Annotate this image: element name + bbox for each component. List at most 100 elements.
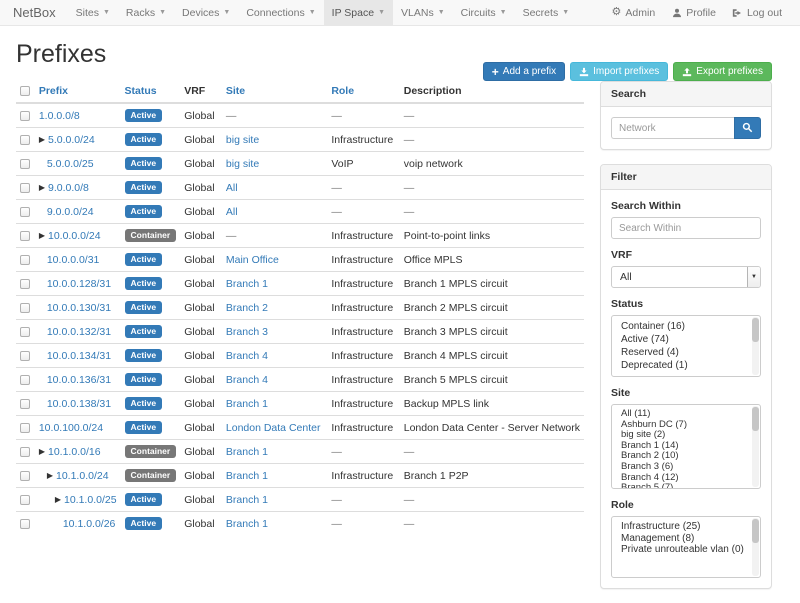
scrollbar-track[interactable] bbox=[752, 518, 759, 576]
nav-item-admin[interactable]: ⚙Admin bbox=[604, 0, 664, 25]
select-all-checkbox[interactable] bbox=[20, 86, 30, 96]
nav-item-vlans[interactable]: VLANs▼ bbox=[393, 0, 453, 25]
site-link[interactable]: Branch 1 bbox=[226, 278, 268, 290]
site-link[interactable]: Branch 1 bbox=[226, 494, 268, 506]
site-link[interactable]: London Data Center bbox=[226, 422, 321, 434]
option-reserved-4[interactable]: Reserved (4) bbox=[612, 346, 760, 359]
scrollbar-track[interactable] bbox=[752, 406, 759, 487]
prefix-link[interactable]: 10.0.100.0/24 bbox=[39, 422, 103, 434]
scrollbar-thumb[interactable] bbox=[752, 318, 759, 342]
row-checkbox[interactable] bbox=[20, 447, 30, 457]
nav-item-circuits[interactable]: Circuits▼ bbox=[453, 0, 515, 25]
add-a-prefix-button[interactable]: +Add a prefix bbox=[483, 62, 565, 81]
nav-item-devices[interactable]: Devices▼ bbox=[174, 0, 238, 25]
export-prefixes-button[interactable]: Export prefixes bbox=[673, 62, 772, 81]
nav-item-secrets[interactable]: Secrets▼ bbox=[515, 0, 578, 25]
site-link[interactable]: All bbox=[226, 182, 238, 194]
prefix-link[interactable]: 10.0.0.138/31 bbox=[47, 398, 111, 410]
row-checkbox[interactable] bbox=[20, 495, 30, 505]
prefix-link[interactable]: 10.0.0.132/31 bbox=[47, 326, 111, 338]
row-checkbox[interactable] bbox=[20, 159, 30, 169]
column-header-label[interactable]: Status bbox=[125, 85, 157, 97]
row-checkbox[interactable] bbox=[20, 183, 30, 193]
option-deprecated-1[interactable]: Deprecated (1) bbox=[612, 359, 760, 372]
nav-item-connections[interactable]: Connections▼ bbox=[238, 0, 323, 25]
search-input[interactable] bbox=[611, 117, 734, 139]
role-multiselect[interactable]: Infrastructure (25)Management (8)Private… bbox=[611, 516, 761, 578]
search-button[interactable] bbox=[734, 117, 761, 139]
row-checkbox[interactable] bbox=[20, 351, 30, 361]
nav-item-racks[interactable]: Racks▼ bbox=[118, 0, 174, 25]
status-multiselect[interactable]: Container (16)Active (74)Reserved (4)Dep… bbox=[611, 315, 761, 377]
prefix-link[interactable]: 9.0.0.0/24 bbox=[47, 206, 94, 218]
site-link[interactable]: Branch 4 bbox=[226, 374, 268, 386]
import-prefixes-button[interactable]: Import prefixes bbox=[570, 62, 668, 81]
option-big-site-2[interactable]: big site (2) bbox=[612, 430, 760, 441]
site-link[interactable]: big site bbox=[226, 134, 259, 146]
row-checkbox[interactable] bbox=[20, 399, 30, 409]
app-brand[interactable]: NetBox bbox=[13, 0, 68, 25]
option-branch-5-7[interactable]: Branch 5 (7) bbox=[612, 483, 760, 489]
site-link[interactable]: Branch 1 bbox=[226, 470, 268, 482]
scrollbar-thumb[interactable] bbox=[752, 519, 759, 543]
row-checkbox[interactable] bbox=[20, 207, 30, 217]
site-link[interactable]: Branch 4 bbox=[226, 350, 268, 362]
row-checkbox[interactable] bbox=[20, 303, 30, 313]
site-link[interactable]: Branch 1 bbox=[226, 446, 268, 458]
option-ashburn-dc-7[interactable]: Ashburn DC (7) bbox=[612, 420, 760, 431]
prefix-link[interactable]: 10.0.0.130/31 bbox=[47, 302, 111, 314]
vrf-select[interactable]: All▼ bbox=[611, 266, 761, 288]
prefix-link[interactable]: 10.0.0.0/24 bbox=[48, 230, 101, 242]
nav-item-ip-space[interactable]: IP Space▼ bbox=[324, 0, 393, 25]
prefix-link[interactable]: 9.0.0.0/8 bbox=[48, 182, 89, 194]
site-link[interactable]: Branch 1 bbox=[226, 398, 268, 410]
option-branch-1-14[interactable]: Branch 1 (14) bbox=[612, 441, 760, 452]
site-link[interactable]: All bbox=[226, 206, 238, 218]
row-checkbox[interactable] bbox=[20, 423, 30, 433]
prefix-link[interactable]: 10.0.0.136/31 bbox=[47, 374, 111, 386]
prefix-link[interactable]: 10.0.0.0/31 bbox=[47, 254, 100, 266]
row-checkbox[interactable] bbox=[20, 255, 30, 265]
row-checkbox[interactable] bbox=[20, 519, 30, 529]
site-multiselect[interactable]: All (11)Ashburn DC (7)big site (2)Branch… bbox=[611, 404, 761, 489]
row-checkbox[interactable] bbox=[20, 327, 30, 337]
row-checkbox[interactable] bbox=[20, 375, 30, 385]
row-checkbox[interactable] bbox=[20, 231, 30, 241]
prefix-link[interactable]: 5.0.0.0/24 bbox=[48, 134, 95, 146]
site-link[interactable]: Branch 3 bbox=[226, 326, 268, 338]
prefix-link[interactable]: 10.1.0.0/16 bbox=[48, 446, 101, 458]
site-link[interactable]: big site bbox=[226, 158, 259, 170]
option-container-16[interactable]: Container (16) bbox=[612, 320, 760, 333]
row-checkbox[interactable] bbox=[20, 111, 30, 121]
option-active-74[interactable]: Active (74) bbox=[612, 333, 760, 346]
prefix-link[interactable]: 1.0.0.0/8 bbox=[39, 110, 80, 122]
site-link[interactable]: Branch 1 bbox=[226, 518, 268, 530]
nav-item-sites[interactable]: Sites▼ bbox=[68, 0, 118, 25]
scrollbar-track[interactable] bbox=[752, 317, 759, 375]
nav-item-profile[interactable]: Profile bbox=[663, 0, 724, 25]
option-infrastructure-25[interactable]: Infrastructure (25) bbox=[612, 521, 760, 533]
row-checkbox[interactable] bbox=[20, 471, 30, 481]
prefix-link[interactable]: 5.0.0.0/25 bbox=[47, 158, 94, 170]
prefix-link[interactable]: 10.1.0.0/25 bbox=[64, 494, 117, 506]
column-header-label[interactable]: Role bbox=[331, 85, 354, 97]
option-branch-2-10[interactable]: Branch 2 (10) bbox=[612, 451, 760, 462]
prefix-link[interactable]: 10.1.0.0/26 bbox=[63, 518, 116, 530]
option-branch-4-12[interactable]: Branch 4 (12) bbox=[612, 473, 760, 484]
option-all-11[interactable]: All (11) bbox=[612, 409, 760, 420]
row-checkbox[interactable] bbox=[20, 135, 30, 145]
search-within-input[interactable] bbox=[611, 217, 761, 239]
option-private-unrouteable-vlan-0[interactable]: Private unrouteable vlan (0) bbox=[612, 544, 760, 556]
site-link[interactable]: Main Office bbox=[226, 254, 279, 266]
prefix-link[interactable]: 10.0.0.128/31 bbox=[47, 278, 111, 290]
column-header-label[interactable]: Site bbox=[226, 85, 245, 97]
prefix-link[interactable]: 10.0.0.134/31 bbox=[47, 350, 111, 362]
option-branch-3-6[interactable]: Branch 3 (6) bbox=[612, 462, 760, 473]
option-management-8[interactable]: Management (8) bbox=[612, 533, 760, 545]
row-checkbox[interactable] bbox=[20, 279, 30, 289]
column-header-label[interactable]: Prefix bbox=[39, 85, 68, 97]
nav-item-log-out[interactable]: Log out bbox=[724, 0, 790, 25]
prefix-link[interactable]: 10.1.0.0/24 bbox=[56, 470, 109, 482]
scrollbar-thumb[interactable] bbox=[752, 407, 759, 431]
site-link[interactable]: Branch 2 bbox=[226, 302, 268, 314]
